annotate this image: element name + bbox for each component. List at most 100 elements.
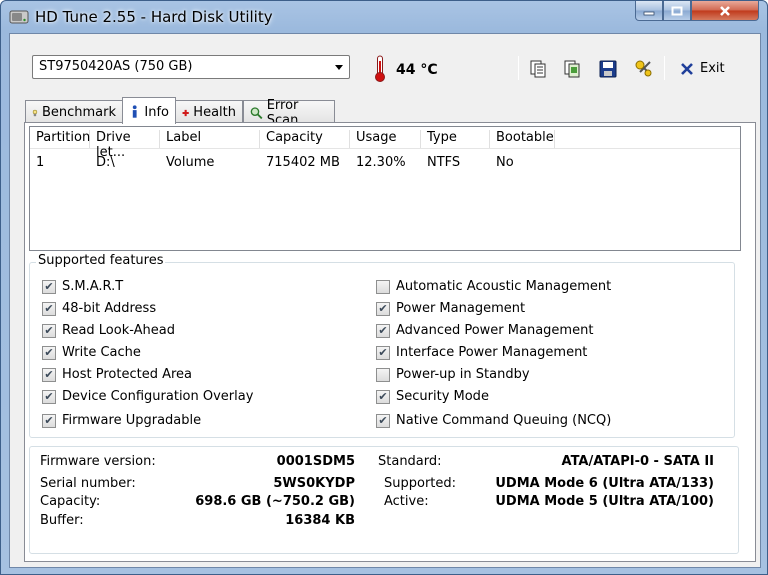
feature-native-command-queuing[interactable]: Native Command Queuing (NCQ) (376, 413, 611, 428)
feature-checkbox[interactable] (376, 279, 390, 294)
feature-checkbox[interactable] (42, 323, 56, 338)
main-client-area: ST9750420AS (750 GB) 44 °C Exit Benchmar… (9, 33, 761, 568)
standard-label: Standard: (378, 454, 442, 469)
column-header-type[interactable]: Type (421, 130, 490, 148)
maximize-button[interactable] (663, 1, 691, 21)
window-title: HD Tune 2.55 - Hard Disk Utility (35, 8, 273, 26)
drive-info-group: Firmware version: 0001SDM5 Serial number… (29, 446, 739, 554)
feature-checkbox[interactable] (42, 367, 56, 382)
close-button[interactable] (691, 1, 759, 21)
supported-mode-value: UDMA Mode 6 (Ultra ATA/133) (495, 476, 714, 491)
close-icon (720, 5, 730, 16)
feature-checkbox[interactable] (42, 389, 56, 404)
partition-table-header: Partition Drive let... Label Capacity Us… (30, 127, 740, 160)
feature-checkbox[interactable] (42, 345, 56, 360)
feature-label: Security Mode (396, 389, 489, 404)
column-header-partition[interactable]: Partition (30, 130, 90, 148)
title-bar[interactable]: HD Tune 2.55 - Hard Disk Utility (1, 1, 767, 33)
cell-drive-letter: D:\ (96, 155, 115, 170)
feature-firmware-upgradable[interactable]: Firmware Upgradable (42, 413, 201, 428)
firmware-version-label: Firmware version: (40, 454, 156, 469)
feature-48bit-address[interactable]: 48-bit Address (42, 301, 156, 316)
supported-mode-label: Supported: (384, 476, 457, 491)
save-icon[interactable] (598, 59, 618, 79)
column-header-drive-letter[interactable]: Drive let... (90, 130, 160, 160)
column-header-capacity[interactable]: Capacity (260, 130, 350, 148)
column-header-bootable[interactable]: Bootable (490, 130, 555, 148)
tab-health-label: Health (193, 105, 236, 120)
buffer-label: Buffer: (40, 513, 84, 528)
feature-checkbox[interactable] (42, 413, 56, 428)
hdtune-app-icon (9, 10, 29, 24)
feature-interface-power-management[interactable]: Interface Power Management (376, 345, 587, 360)
cell-type: NTFS (427, 155, 461, 170)
feature-checkbox[interactable] (42, 301, 56, 316)
feature-label: Advanced Power Management (396, 323, 594, 338)
feature-label: Automatic Acoustic Management (396, 279, 612, 294)
feature-label: Native Command Queuing (NCQ) (396, 413, 612, 428)
tab-info[interactable]: Info (122, 97, 176, 124)
tab-benchmark[interactable]: Benchmark (25, 100, 123, 122)
magnifier-icon (250, 106, 263, 119)
tab-error-scan[interactable]: Error Scan (243, 98, 335, 128)
column-header-label[interactable]: Label (160, 130, 260, 148)
exit-button[interactable]: Exit (680, 61, 725, 76)
info-icon (132, 105, 137, 118)
feature-label: S.M.A.R.T (62, 279, 124, 294)
feature-read-look-ahead[interactable]: Read Look-Ahead (42, 323, 175, 338)
capacity-label: Capacity: (40, 494, 101, 509)
feature-checkbox[interactable] (376, 301, 390, 316)
temperature-readout: 44 °C (396, 62, 438, 78)
feature-advanced-power-management[interactable]: Advanced Power Management (376, 323, 593, 338)
app-window: HD Tune 2.55 - Hard Disk Utility ST97504… (0, 0, 768, 575)
column-header-usage[interactable]: Usage (350, 130, 421, 148)
supported-features-title: Supported features (36, 253, 166, 268)
feature-power-up-in-standby[interactable]: Power-up in Standby (376, 367, 530, 382)
feature-power-management[interactable]: Power Management (376, 301, 525, 316)
toolbar-separator (664, 56, 665, 80)
capacity-value: 698.6 GB (~750.2 GB) (195, 494, 355, 509)
feature-write-cache[interactable]: Write Cache (42, 345, 141, 360)
standard-value: ATA/ATAPI-0 - SATA II (561, 454, 714, 469)
feature-label: Firmware Upgradable (62, 413, 202, 428)
cell-partition: 1 (36, 155, 45, 170)
info-tab-panel: Partition Drive let... Label Capacity Us… (24, 122, 756, 562)
feature-checkbox[interactable] (376, 345, 390, 360)
serial-number-value: 5WS0KYDP (273, 476, 355, 491)
feature-checkbox[interactable] (376, 367, 390, 382)
options-icon[interactable] (634, 59, 654, 79)
copy-text-icon[interactable] (528, 59, 548, 79)
cell-capacity: 715402 MB (266, 155, 340, 170)
minimize-button[interactable] (635, 1, 663, 21)
partition-table[interactable]: Partition Drive let... Label Capacity Us… (29, 126, 741, 251)
cell-usage: 12.30% (356, 155, 406, 170)
feature-security-mode[interactable]: Security Mode (376, 389, 489, 404)
exit-x-icon (681, 62, 693, 75)
active-mode-label: Active: (384, 494, 429, 509)
feature-label: 48-bit Address (62, 301, 157, 316)
tab-health[interactable]: Health (175, 100, 243, 122)
feature-smart[interactable]: S.M.A.R.T (42, 279, 123, 294)
feature-automatic-acoustic-management[interactable]: Automatic Acoustic Management (376, 279, 611, 294)
exit-label: Exit (700, 61, 725, 76)
feature-label: Write Cache (62, 345, 141, 360)
maximize-icon (671, 6, 683, 15)
feature-checkbox[interactable] (42, 279, 56, 294)
feature-checkbox[interactable] (376, 389, 390, 404)
feature-checkbox[interactable] (376, 413, 390, 428)
thermometer-icon (375, 55, 385, 82)
drive-select-value: ST9750420AS (750 GB) (39, 59, 193, 74)
feature-device-configuration-overlay[interactable]: Device Configuration Overlay (42, 389, 253, 404)
feature-label: Device Configuration Overlay (62, 389, 254, 404)
drive-select[interactable]: ST9750420AS (750 GB) (32, 55, 350, 79)
copy-screenshot-icon[interactable] (562, 59, 582, 79)
supported-features-group: Supported features S.M.A.R.T 48-bit Addr… (29, 253, 735, 438)
tab-benchmark-label: Benchmark (41, 105, 116, 120)
feature-checkbox[interactable] (376, 323, 390, 338)
feature-label: Power-up in Standby (396, 367, 530, 382)
lightbulb-icon (32, 109, 38, 116)
feature-host-protected-area[interactable]: Host Protected Area (42, 367, 192, 382)
active-mode-value: UDMA Mode 5 (Ultra ATA/100) (495, 494, 714, 509)
tab-info-label: Info (144, 104, 169, 120)
serial-number-label: Serial number: (40, 476, 136, 491)
